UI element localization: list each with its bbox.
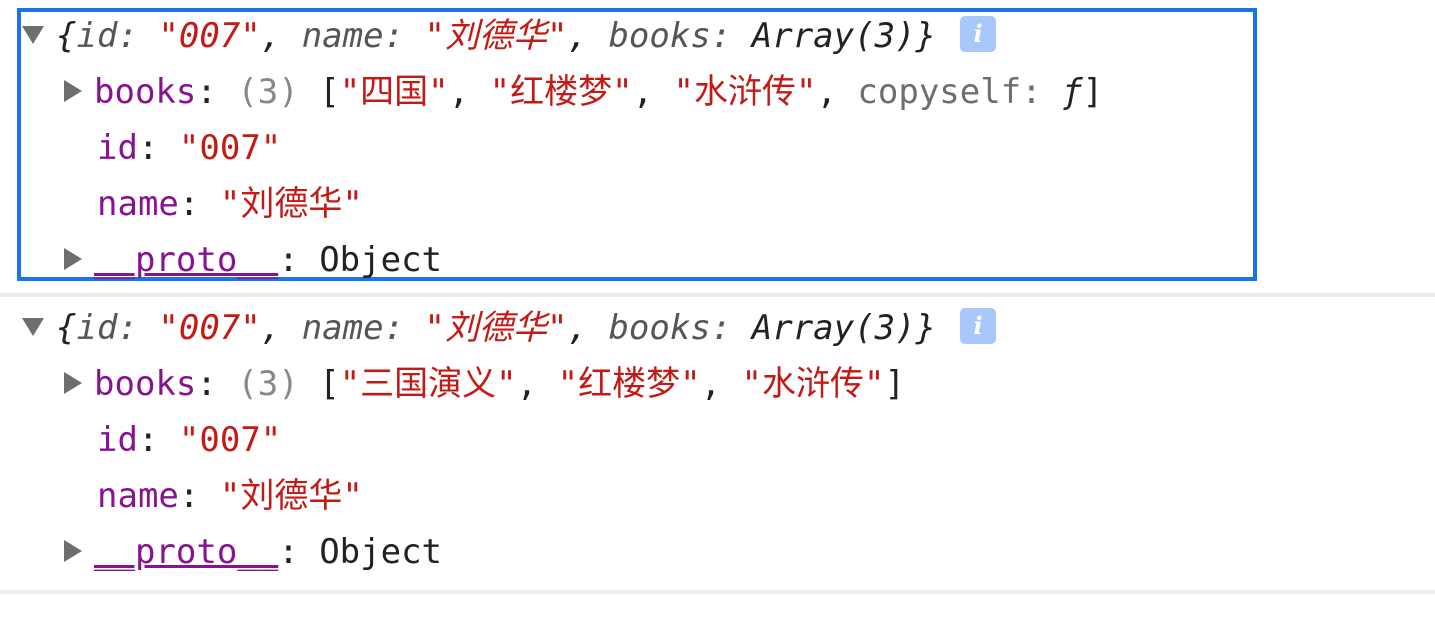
name-property-row: name: "刘德华" — [97, 184, 363, 224]
books-item: "三国演义" — [339, 364, 517, 404]
triangle-right-icon[interactable] — [64, 79, 82, 102]
name-key: name — [97, 184, 179, 224]
books-copyself-key: copyself — [857, 72, 1022, 112]
books-item: "水浒传" — [673, 72, 817, 112]
triangle-right-icon[interactable] — [64, 371, 82, 394]
books-close-bracket: ] — [884, 364, 905, 404]
books-item: "红楼梦" — [489, 72, 633, 112]
books-item: "红楼梦" — [557, 364, 701, 404]
summary-id-value: "007" — [158, 16, 261, 56]
summary-books-value: Array(3) — [751, 16, 916, 56]
id-property-row: id: "007" — [97, 420, 282, 460]
triangle-right-icon[interactable] — [64, 247, 82, 270]
triangle-down-icon[interactable] — [22, 25, 44, 44]
summary-books-value: Array(3) — [751, 308, 916, 348]
summary-close-brace: } — [915, 16, 937, 56]
console-log-entry-2[interactable]: {id: "007", name: "刘德华", books: Array(3)… — [0, 300, 1435, 590]
summary-books-key: books — [608, 16, 711, 56]
name-property-row: name: "刘德华" — [97, 476, 363, 516]
proto-key: __proto__ — [94, 240, 279, 280]
proto-value: Object — [319, 532, 443, 572]
summary-name-value: "刘德华" — [424, 308, 568, 348]
books-open-bracket: [ — [319, 364, 340, 404]
name-value: "刘德华" — [219, 184, 363, 224]
id-value: "007" — [178, 420, 282, 460]
books-count: (3) — [237, 364, 299, 404]
proto-property-row[interactable]: __proto__: Object — [64, 232, 442, 288]
object-summary-row[interactable]: {id: "007", name: "刘德华", books: Array(3)… — [22, 8, 997, 64]
summary-id-value: "007" — [158, 308, 261, 348]
summary-close-brace: } — [915, 308, 937, 348]
proto-value: Object — [319, 240, 443, 280]
books-copyself-value: ƒ — [1062, 72, 1083, 112]
triangle-right-icon[interactable] — [64, 539, 82, 562]
id-key: id — [97, 128, 138, 168]
summary-books-key: books — [608, 308, 711, 348]
books-item: "四国" — [339, 72, 449, 112]
object-summary-row[interactable]: {id: "007", name: "刘德华", books: Array(3)… — [22, 300, 997, 356]
summary-name-key: name — [301, 308, 384, 348]
name-value: "刘德华" — [219, 476, 363, 516]
summary-id-key: id — [76, 16, 118, 56]
entry-divider — [0, 590, 1435, 594]
id-key: id — [97, 420, 138, 460]
books-key: books — [94, 364, 197, 404]
proto-key: __proto__ — [94, 532, 279, 572]
books-open-bracket: [ — [319, 72, 340, 112]
books-property-row[interactable]: books: (3) ["四国", "红楼梦", "水浒传", copyself… — [64, 64, 1103, 120]
summary-open-brace: { — [56, 308, 77, 348]
console-log-entry-1[interactable]: {id: "007", name: "刘德华", books: Array(3)… — [0, 8, 1435, 292]
proto-property-row[interactable]: __proto__: Object — [64, 524, 442, 580]
summary-name-value: "刘德华" — [424, 16, 568, 56]
info-icon[interactable]: i — [960, 15, 997, 52]
triangle-down-icon[interactable] — [22, 317, 44, 336]
summary-open-brace: { — [56, 16, 77, 56]
books-key: books — [94, 72, 197, 112]
id-value: "007" — [178, 128, 282, 168]
summary-id-key: id — [76, 308, 118, 348]
name-key: name — [97, 476, 179, 516]
id-property-row: id: "007" — [97, 128, 282, 168]
books-close-bracket: ] — [1082, 72, 1104, 112]
books-count: (3) — [237, 72, 299, 112]
entry-divider — [0, 293, 1435, 297]
summary-name-key: name — [301, 16, 384, 56]
books-item: "水浒传" — [741, 364, 885, 404]
books-property-row[interactable]: books: (3) ["三国演义", "红楼梦", "水浒传"] — [64, 356, 905, 412]
info-icon[interactable]: i — [960, 307, 997, 344]
